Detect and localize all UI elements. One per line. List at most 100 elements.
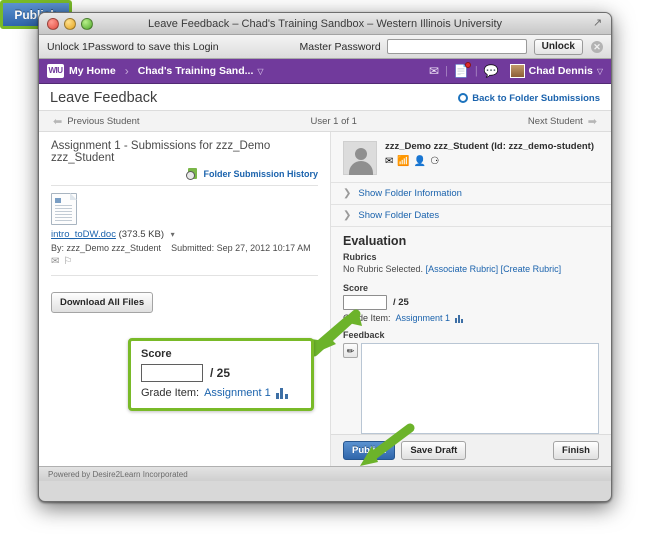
browser-window: Leave Feedback – Chad's Training Sandbox… <box>38 12 612 502</box>
submission-meta: By: zzz_Demo zzz_Student Submitted: Sep … <box>51 243 318 253</box>
zoom-window-button[interactable] <box>81 18 93 30</box>
grade-chart-icon[interactable] <box>275 387 288 399</box>
associate-rubric-link[interactable]: [Associate Rubric] <box>426 264 499 274</box>
callout-grade-item-link[interactable]: Assignment 1 <box>204 387 271 399</box>
window-title: Leave Feedback – Chad's Training Sandbox… <box>147 18 503 30</box>
finish-button[interactable]: Finish <box>553 441 599 460</box>
chat-icon[interactable]: 💬 <box>484 64 499 78</box>
student-navigation-bar: ⬅ Previous Student User 1 of 1 Next Stud… <box>39 110 611 132</box>
callout-grade-item-row: Grade Item: Assignment 1 <box>141 387 301 399</box>
email-icon[interactable]: ✉ <box>385 156 393 167</box>
previous-student-link[interactable]: Previous Student <box>67 116 139 127</box>
divider <box>51 185 318 186</box>
profile-icon[interactable]: 👤 <box>414 156 426 167</box>
window-titlebar: Leave Feedback – Chad's Training Sandbox… <box>39 13 611 35</box>
history-clock-icon <box>186 168 199 180</box>
email-icon[interactable]: ✉ <box>51 256 59 267</box>
next-student-link[interactable]: Next Student <box>528 116 583 127</box>
show-folder-information-label: Show Folder Information <box>358 188 462 199</box>
grade-chart-icon[interactable] <box>455 314 464 323</box>
file-size: (373.5 KB) <box>118 229 165 240</box>
evaluation-panel: zzz_Demo zzz_Student (Id: zzz_demo-stude… <box>331 132 611 466</box>
show-folder-dates-label: Show Folder Dates <box>358 210 440 221</box>
chevron-down-icon[interactable]: ▽ <box>597 67 603 76</box>
chevron-right-icon: ❯ <box>343 210 352 221</box>
folder-submission-history-link[interactable]: Folder Submission History <box>51 168 318 180</box>
navbar-right: ✉ | 📄 | 💬 Chad Dennis ▽ <box>425 62 603 78</box>
resize-icon[interactable]: ↗ <box>593 18 604 29</box>
callout-grade-item-label: Grade Item: <box>141 387 200 399</box>
file-name-link[interactable]: intro_toDW.doc <box>51 229 116 240</box>
back-to-folder-submissions-link[interactable]: Back to Folder Submissions <box>458 93 600 104</box>
no-rubric-text: No Rubric Selected. <box>343 264 424 274</box>
evaluation-heading: Evaluation <box>343 234 407 248</box>
two-column-layout: Assignment 1 - Submissions for zzz_Demo … <box>39 132 611 466</box>
student-avatar <box>343 141 377 175</box>
submission-action-icons: ✉ ⚐ <box>51 256 318 267</box>
download-all-files-button[interactable]: Download All Files <box>51 292 154 313</box>
page-header: Leave Feedback Back to Folder Submission… <box>39 84 611 110</box>
user-name[interactable]: Chad Dennis <box>529 65 593 77</box>
create-rubric-link[interactable]: [Create Rubric] <box>501 264 562 274</box>
chevron-right-icon: ❯ <box>343 188 352 199</box>
avatar[interactable] <box>509 64 525 78</box>
arrow-right-icon[interactable]: ➡ <box>588 115 597 128</box>
student-action-icons: ✉ 📶 👤 ⚆ <box>385 156 594 167</box>
submissions-panel: Assignment 1 - Submissions for zzz_Demo … <box>39 132 330 466</box>
nav-divider: | <box>474 65 478 77</box>
nav-my-home[interactable]: My Home <box>69 65 116 77</box>
file-row: intro_toDW.doc (373.5 KB) ▾ <box>51 229 318 240</box>
document-icon <box>51 193 77 225</box>
back-arrow-icon <box>458 93 469 103</box>
score-max: / 25 <box>393 297 409 308</box>
show-folder-information-toggle[interactable]: ❯ Show Folder Information <box>331 182 611 204</box>
onepassword-message: Unlock 1Password to save this Login <box>47 40 219 53</box>
nav-course[interactable]: Chad's Training Sand... <box>138 65 254 77</box>
envelope-icon[interactable]: ✉ <box>429 64 439 78</box>
score-row: / 25 <box>343 295 599 310</box>
chevron-down-icon[interactable]: ▾ <box>171 230 175 239</box>
score-callout: Score / 25 Grade Item: Assignment 1 <box>128 338 314 411</box>
notification-badge <box>464 62 471 68</box>
close-icon[interactable]: ✕ <box>591 40 603 53</box>
student-name: zzz_Demo zzz_Student (Id: zzz_demo-stude… <box>385 141 595 152</box>
back-link-label: Back to Folder Submissions <box>472 92 600 104</box>
callout-score-row: / 25 <box>141 364 301 382</box>
submitted-on: Submitted: Sep 27, 2012 10:17 AM <box>171 243 311 253</box>
feedback-area: ✏ <box>343 343 599 434</box>
main-navbar: WIU My Home › Chad's Training Sand... ▽ … <box>39 59 611 84</box>
rubric-row: No Rubric Selected. [Associate Rubric] [… <box>343 264 599 274</box>
show-folder-dates-toggle[interactable]: ❯ Show Folder Dates <box>331 204 611 226</box>
pager-icon[interactable]: 📶 <box>397 156 409 167</box>
arrow-left-icon[interactable]: ⬅ <box>53 115 62 128</box>
score-input[interactable] <box>343 295 387 310</box>
traffic-lights <box>47 18 93 30</box>
nav-separator: › <box>124 64 129 78</box>
notifications-icon[interactable]: 📄 <box>454 62 471 78</box>
minimize-window-button[interactable] <box>64 18 76 30</box>
callout-score-max: / 25 <box>210 366 231 380</box>
callout-score-heading: Score <box>141 348 172 360</box>
callout-score-input[interactable] <box>141 364 203 382</box>
student-header: zzz_Demo zzz_Student (Id: zzz_demo-stude… <box>331 132 611 182</box>
feedback-textarea[interactable] <box>361 343 599 434</box>
feedback-section: Feedback ✏ <box>331 323 611 434</box>
grade-item-link[interactable]: Assignment 1 <box>396 313 451 323</box>
flag-icon[interactable]: ⚐ <box>63 256 72 267</box>
feedback-label: Feedback <box>343 330 385 340</box>
history-link-label: Folder Submission History <box>203 169 318 179</box>
evaluation-section: Evaluation Rubrics No Rubric Selected. [… <box>331 226 611 323</box>
unlock-button[interactable]: Unlock <box>533 38 583 55</box>
publish-callout-arrow <box>360 423 415 466</box>
master-password-label: Master Password <box>299 40 381 53</box>
user-counter: User 1 of 1 <box>310 115 357 127</box>
refresh-icon[interactable]: ⚆ <box>430 156 439 167</box>
chevron-down-icon[interactable]: ▽ <box>257 67 263 76</box>
score-label: Score <box>343 283 369 293</box>
assignment-title: Assignment 1 - Submissions for zzz_Demo … <box>51 140 271 164</box>
page-title: Leave Feedback <box>50 90 158 106</box>
close-window-button[interactable] <box>47 18 59 30</box>
page-footer: Powered by Desire2Learn Incorporated <box>39 466 611 481</box>
master-password-input[interactable] <box>386 39 527 54</box>
divider <box>51 275 318 276</box>
